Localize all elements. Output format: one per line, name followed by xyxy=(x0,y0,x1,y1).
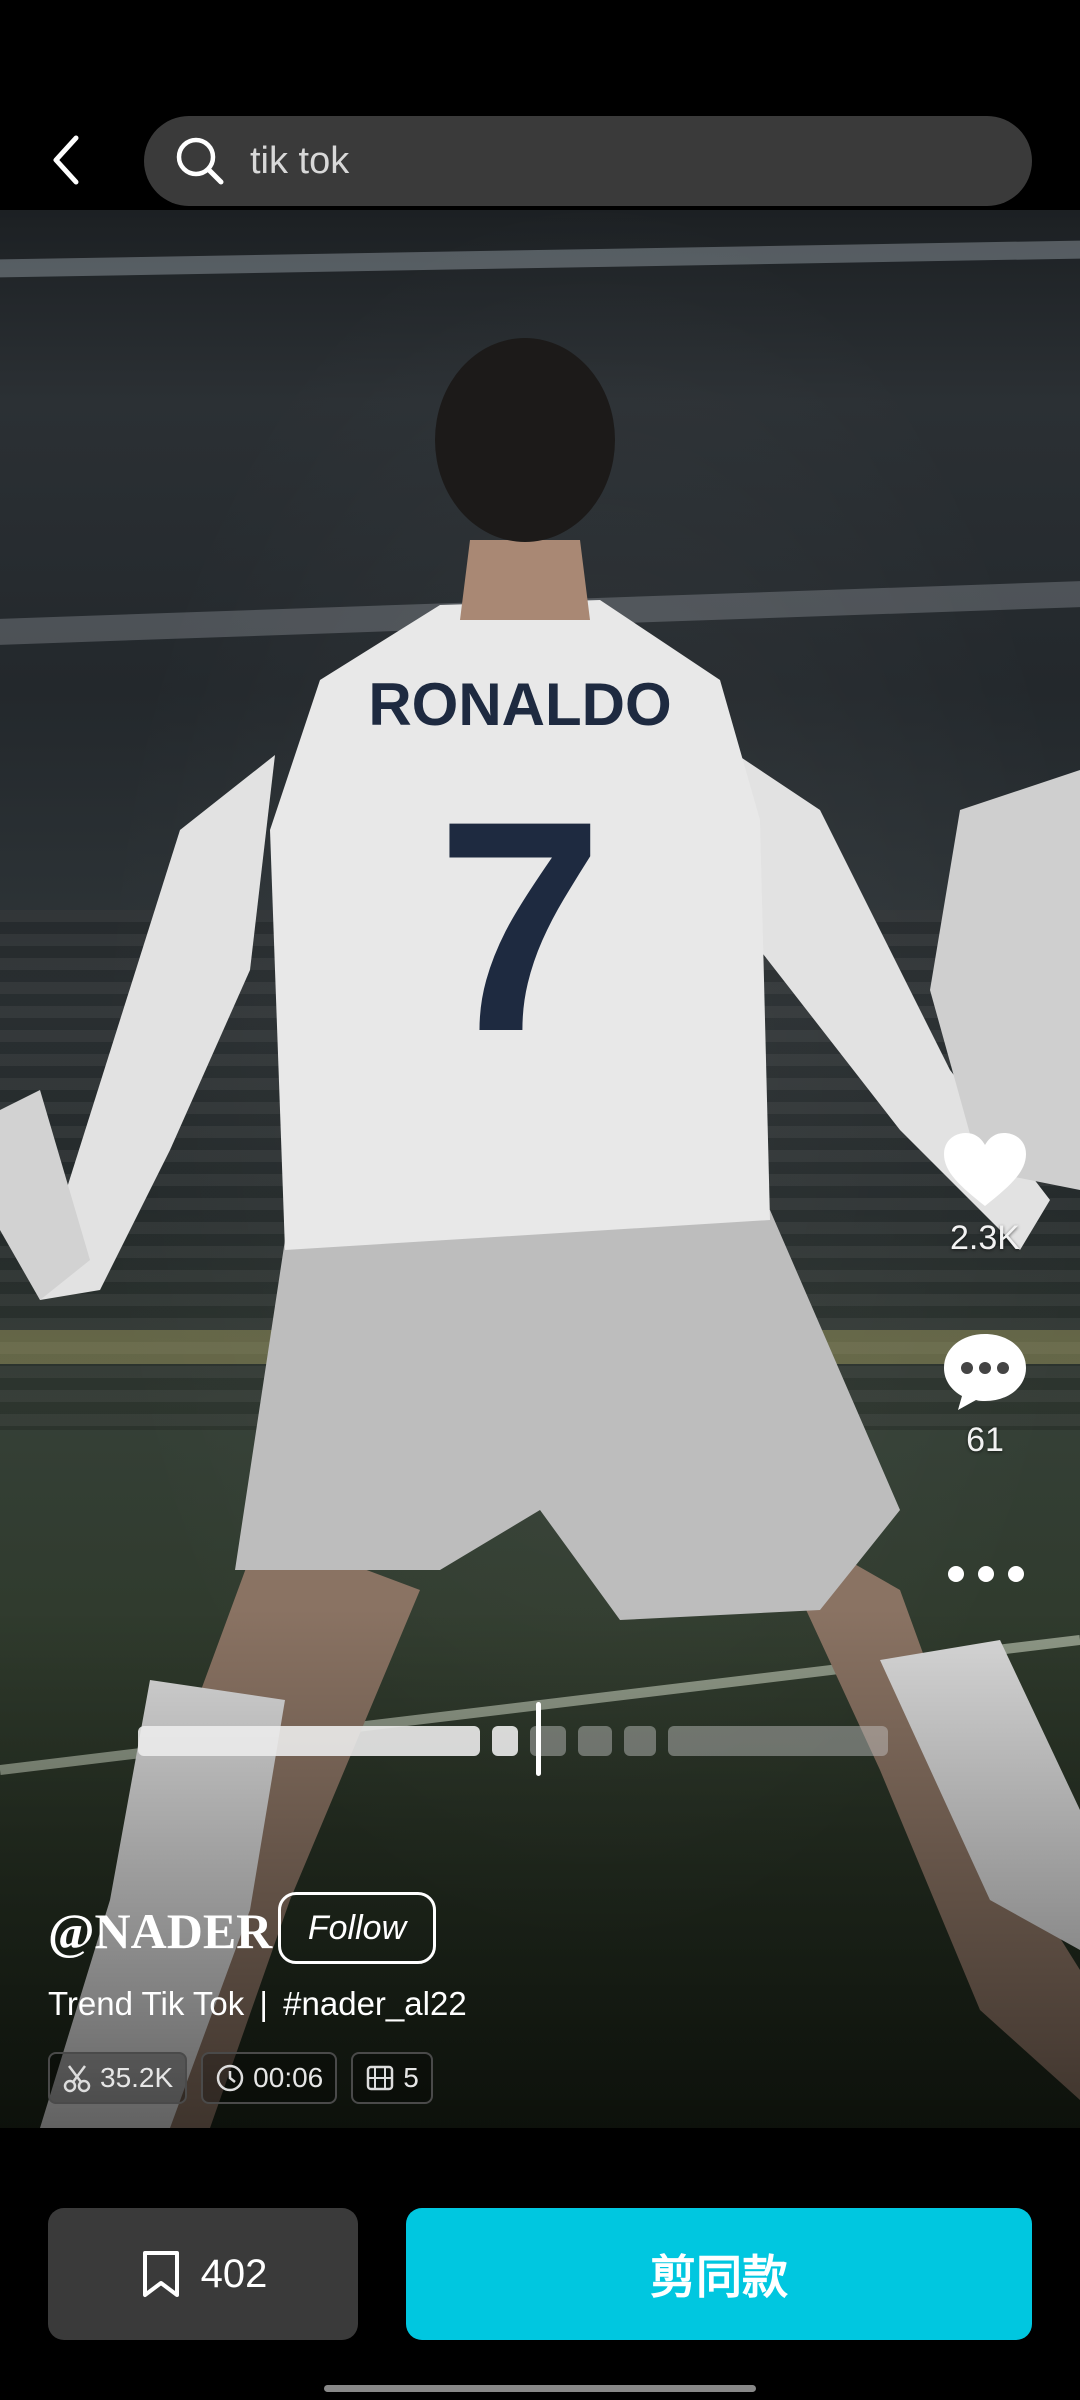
like-count: 2.3K xyxy=(950,1219,1020,1257)
film-icon xyxy=(367,2065,394,2091)
clock-icon xyxy=(216,2064,244,2092)
video-progress-bar[interactable] xyxy=(138,1726,888,1756)
progress-segment xyxy=(668,1726,888,1756)
progress-playhead[interactable] xyxy=(536,1702,541,1776)
jersey-number-text: 7 xyxy=(437,758,604,1094)
comment-button[interactable]: 61 xyxy=(930,1330,1040,1460)
template-stats: 35.2K 00:06 5 xyxy=(48,2052,433,2104)
scissors-icon xyxy=(63,2065,91,2093)
bookmark-icon xyxy=(142,2251,179,2297)
follow-button[interactable]: Follow xyxy=(278,1892,436,1964)
heart-icon xyxy=(944,1133,1026,1206)
like-button[interactable]: 2.3K xyxy=(930,1130,1040,1258)
comment-icon xyxy=(944,1334,1026,1410)
caption-text: Trend Tik Tok xyxy=(48,1985,245,2022)
chevron-left-icon xyxy=(53,135,79,185)
progress-segment xyxy=(138,1726,480,1756)
video-caption: Trend Tik Tok | #nader_al22 xyxy=(48,1985,467,2023)
more-options-button[interactable] xyxy=(946,1562,1026,1586)
author-handle[interactable]: @NADER xyxy=(48,1902,272,1960)
more-dots-icon xyxy=(948,1566,1024,1582)
back-button[interactable] xyxy=(44,130,92,190)
search-icon xyxy=(176,137,224,185)
bottom-gradient xyxy=(0,1608,1080,2128)
jersey-name-text: RONALDO xyxy=(368,671,671,738)
progress-segment xyxy=(624,1726,656,1756)
progress-segment xyxy=(492,1726,518,1756)
use-template-button[interactable]: 剪同款 xyxy=(406,2208,1032,2340)
caption-separator: | xyxy=(259,1985,268,2022)
video-player[interactable]: RONALDO 7 xyxy=(0,210,1080,2128)
uses-count: 35.2K xyxy=(100,2062,174,2093)
hashtag-link[interactable]: #nader_al22 xyxy=(283,1985,467,2022)
duration-stat: 00:06 xyxy=(201,2052,338,2104)
clips-stat: 5 xyxy=(351,2052,433,2104)
duration-value: 00:06 xyxy=(253,2062,324,2093)
search-bar[interactable]: tik tok xyxy=(144,116,1032,206)
comment-count: 61 xyxy=(966,1421,1004,1459)
search-query: tik tok xyxy=(250,139,350,182)
save-count: 402 xyxy=(200,2251,268,2296)
home-indicator[interactable] xyxy=(324,2385,756,2392)
save-button[interactable]: 402 xyxy=(48,2208,358,2340)
clips-count: 5 xyxy=(403,2062,419,2093)
uses-stat: 35.2K xyxy=(48,2052,188,2104)
progress-segment xyxy=(578,1726,612,1756)
